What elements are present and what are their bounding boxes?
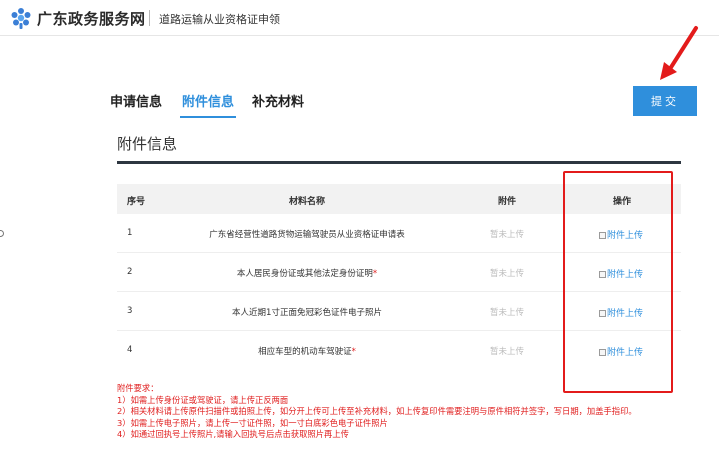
note-item: 2）相关材料请上传原件扫描件或拍照上传，如分开上传可上传至补充材料，如上传复印件… [117, 406, 637, 416]
site-header: 广东政务服务网 道路运输从业资格证申领 [0, 0, 719, 36]
section-divider [117, 161, 681, 164]
row-material-name: 相应车型的机动车驾驶证* [258, 347, 356, 357]
note-item: 4）如通过回执号上传照片,请输入回执号后点击获取照片再上传 [117, 429, 349, 439]
row-attachment-status: 暂未上传 [489, 230, 524, 240]
tab-application-info[interactable]: 申请信息 [110, 90, 162, 118]
radio-circle-icon [0, 230, 4, 237]
row-material-name: 本人近期1寸正面免冠彩色证件电子照片 [232, 308, 382, 318]
tab-supplementary-materials[interactable]: 补充材料 [252, 90, 304, 118]
guangdong-gov-logo-icon[interactable] [10, 7, 32, 29]
notes-title: 附件要求： [117, 383, 159, 393]
header-divider [149, 10, 150, 26]
row-attachment-status: 暂未上传 [489, 347, 524, 357]
site-name[interactable]: 广东政务服务网 [37, 8, 146, 29]
header-attachment: 附件 [497, 197, 516, 207]
row-material-name: 广东省经营性道路货物运输驾驶员从业资格证申请表 [209, 230, 405, 240]
header-material-name: 材料名称 [288, 197, 325, 207]
row-material-name: 本人居民身份证或其他法定身份证明* [236, 269, 378, 279]
attachment-requirements: 附件要求： 1）如需上传身份证或驾驶证，请上传正反两面 2）相关材料请上传原件扫… [117, 383, 687, 441]
tab-attachment-info[interactable]: 附件信息 [180, 90, 237, 118]
row-attachment-status: 暂未上传 [489, 269, 524, 279]
required-mark: * [351, 347, 356, 357]
page-subtitle: 道路运输从业资格证申领 [159, 13, 280, 26]
operation-column-highlight [563, 171, 673, 393]
submit-button[interactable]: 提交 [633, 86, 697, 116]
row-attachment-status: 暂未上传 [489, 308, 524, 318]
note-item: 3）如需上传电子照片，请上传一寸证件照，如一寸白底彩色电子证件照片 [117, 417, 388, 428]
note-item: 1）如需上传身份证或驾驶证，请上传正反两面 [117, 394, 289, 405]
section-title: 附件信息 [117, 135, 178, 153]
red-arrow-annotation-icon [660, 26, 698, 80]
required-mark: * [372, 269, 378, 279]
